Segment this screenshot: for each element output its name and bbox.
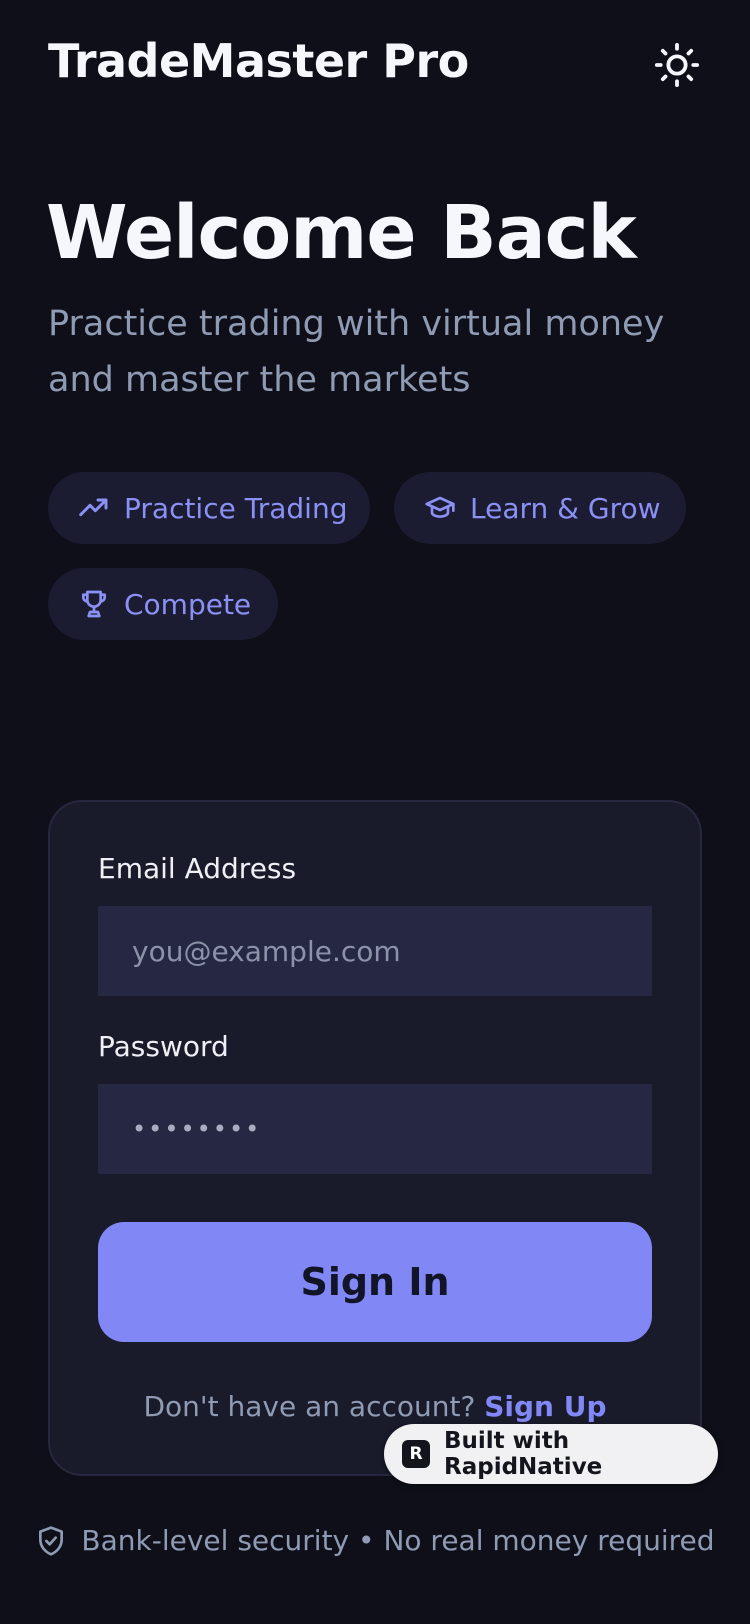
sign-up-link[interactable]: Sign Up bbox=[484, 1390, 606, 1423]
feature-chip-label: Practice Trading bbox=[124, 491, 348, 525]
signup-prompt-row: Don't have an account? Sign Up bbox=[0, 1390, 750, 1423]
feature-chip-practice-trading[interactable]: Practice Trading bbox=[48, 472, 370, 544]
signup-prompt-text: Don't have an account? bbox=[143, 1390, 476, 1423]
badge-label: Built with RapidNative bbox=[444, 1428, 603, 1480]
rapidnative-logo-icon: R bbox=[402, 1440, 430, 1468]
sign-in-button[interactable]: Sign In bbox=[98, 1222, 652, 1342]
password-label: Password bbox=[98, 1030, 229, 1063]
app-title: TradeMaster Pro bbox=[48, 34, 469, 88]
graduation-cap-icon bbox=[425, 496, 455, 518]
email-field[interactable] bbox=[98, 906, 652, 996]
feature-chip-learn-grow[interactable]: Learn & Grow bbox=[394, 472, 686, 544]
page-subtitle: Practice trading with virtual money and … bbox=[48, 304, 665, 400]
page-title: Welcome Back bbox=[46, 190, 637, 276]
security-footer: Bank-level security • No real money requ… bbox=[0, 1524, 750, 1557]
shield-check-icon bbox=[39, 1525, 64, 1556]
feature-chip-label: Learn & Grow bbox=[470, 491, 661, 525]
password-field[interactable]: •••••••• bbox=[98, 1084, 652, 1174]
built-with-badge[interactable]: R Built with RapidNative bbox=[384, 1424, 718, 1484]
sun-icon bbox=[654, 42, 700, 88]
email-label: Email Address bbox=[98, 852, 297, 885]
feature-chip-compete[interactable]: Compete bbox=[48, 568, 278, 640]
feature-chip-label: Compete bbox=[124, 587, 252, 621]
theme-toggle-button[interactable] bbox=[652, 40, 702, 90]
trophy-icon bbox=[82, 590, 106, 618]
trending-up-icon bbox=[79, 498, 108, 517]
security-footer-text: Bank-level security • No real money requ… bbox=[81, 1524, 715, 1557]
